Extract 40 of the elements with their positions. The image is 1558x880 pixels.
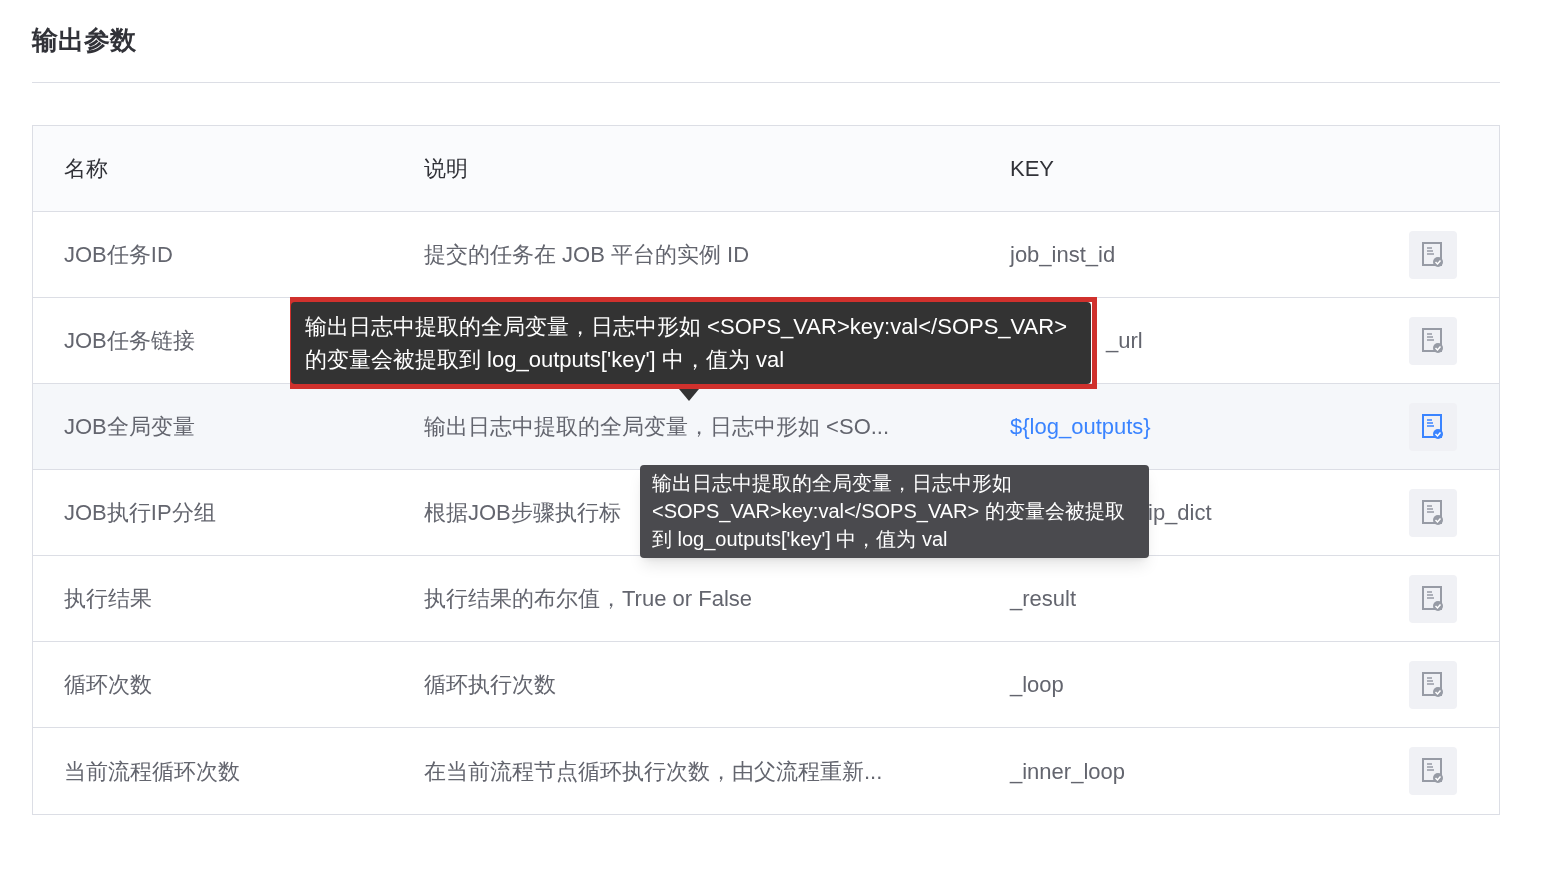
document-check-icon xyxy=(1422,241,1444,268)
table-cell: 执行结果 xyxy=(64,586,152,611)
table-cell: _inner_loop xyxy=(1010,758,1125,784)
table-cell: ${log_outputs} xyxy=(1010,414,1151,439)
table-cell: _loop xyxy=(1010,672,1064,697)
table-cell: ip_dict xyxy=(1148,500,1212,525)
table-cell: _result xyxy=(1010,586,1077,611)
copy-button[interactable] xyxy=(1409,747,1457,795)
table-cell: _url xyxy=(1106,328,1143,353)
copy-button[interactable] xyxy=(1409,574,1457,623)
table-cell: JOB全局变量 xyxy=(64,414,195,439)
document-check-icon xyxy=(1422,327,1444,354)
table-cell: JOB执行IP分组 xyxy=(64,500,216,525)
document-check-icon xyxy=(1422,413,1444,440)
table-cell: JOB任务链接 xyxy=(64,328,195,353)
copy-button[interactable] xyxy=(1409,488,1457,537)
document-check-icon xyxy=(1422,758,1444,784)
table-cell: 循环执行次数 xyxy=(424,672,556,697)
table-cell: 执行结果的布尔值，True or False xyxy=(424,586,752,611)
table-cell: 输出日志中提取的全局变量，日志中形如 <SO... xyxy=(424,414,890,439)
copy-button[interactable] xyxy=(1409,660,1457,709)
document-check-icon xyxy=(1422,585,1444,612)
table-cell: 循环次数 xyxy=(64,672,152,697)
section-title: 输出参数 xyxy=(32,24,136,57)
document-check-icon xyxy=(1422,499,1444,526)
table-cell: JOB任务ID xyxy=(64,242,173,267)
table-cell: job_inst_id xyxy=(1010,242,1116,267)
column-header: KEY xyxy=(1010,156,1055,181)
column-header: 名称 xyxy=(64,156,108,181)
tooltip-text: 输出日志中提取的全局变量，日志中形如 <SOPS_VAR>key:val</SOPS_VAR> 的变量会被提取到 log_outputs['key'] 中，值为 val xyxy=(305,314,1068,372)
table-cell: 在当前流程节点循环执行次数，由父流程重新... xyxy=(424,758,883,784)
copy-button[interactable] xyxy=(1409,402,1457,451)
table-cell: 根据JOB步骤执行标 xyxy=(424,500,621,525)
document-check-icon xyxy=(1422,671,1444,698)
table-cell: 当前流程循环次数 xyxy=(64,758,240,784)
column-header: 说明 xyxy=(424,156,468,181)
copy-button[interactable] xyxy=(1409,230,1457,279)
tooltip-text: 输出日志中提取的全局变量，日志中形如 <SOPS_VAR>key:val</SOPS_VAR> 的变量会被提取到 log_outputs['key'] 中，值为 val xyxy=(652,472,1125,550)
copy-button[interactable] xyxy=(1409,316,1457,365)
table-cell: 提交的任务在 JOB 平台的实例 ID xyxy=(424,242,750,267)
